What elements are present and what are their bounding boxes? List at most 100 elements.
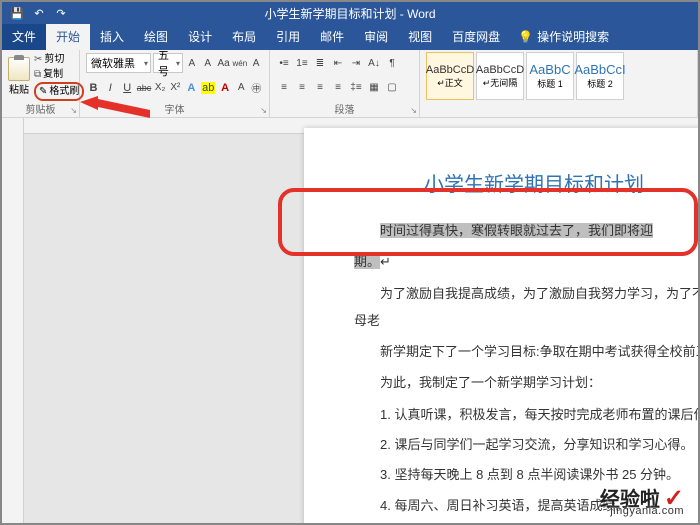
- redo-icon[interactable]: ↷: [54, 6, 68, 20]
- watermark-url: jingyanla.com: [610, 505, 684, 517]
- clipboard-dialog-launcher-icon[interactable]: ↘: [70, 106, 77, 115]
- underline-button[interactable]: U: [120, 78, 135, 98]
- tab-review[interactable]: 审阅: [354, 23, 398, 50]
- vertical-ruler[interactable]: [2, 118, 24, 523]
- page-viewport[interactable]: 小学生新学期目标和计划 时间过得真快，寒假转眼就过去了，我们即将迎 期。↵ 为了…: [24, 118, 698, 523]
- paragraph-dialog-launcher-icon[interactable]: ↘: [410, 106, 417, 115]
- style-normal[interactable]: AaBbCcD ↵正文: [426, 52, 474, 100]
- enclose-char-button[interactable]: ㊥: [250, 78, 263, 98]
- style-sample: AaBbC: [529, 62, 570, 77]
- document-area: 小学生新学期目标和计划 时间过得真快，寒假转眼就过去了，我们即将迎 期。↵ 为了…: [2, 118, 698, 523]
- selected-text-b[interactable]: 期。: [354, 254, 380, 269]
- style-no-spacing[interactable]: AaBbCcD ↵无间隔: [476, 52, 524, 100]
- char-border-button[interactable]: A: [249, 53, 263, 73]
- copy-button[interactable]: ⧉ 复制: [34, 67, 84, 82]
- subscript-button[interactable]: X₂: [154, 78, 167, 98]
- watermark: 经验啦 ✓ jingyanla.com: [600, 483, 684, 513]
- cut-label: 剪切: [44, 52, 64, 67]
- list-item-2[interactable]: 2. 课后与同学们一起学习交流，分享知识和学习心得。: [380, 431, 698, 458]
- tab-home[interactable]: 开始: [46, 23, 90, 50]
- font-dialog-launcher-icon[interactable]: ↘: [260, 106, 267, 115]
- shading-button[interactable]: ▦: [366, 78, 382, 98]
- format-painter-button[interactable]: ✎ 格式刷: [34, 82, 84, 101]
- paragraph-group-label: 段落: [276, 101, 413, 117]
- paragraph-4[interactable]: 为此，我制定了一个新学期学习计划：: [354, 369, 698, 396]
- tab-view[interactable]: 视图: [398, 23, 442, 50]
- brush-icon: ✎: [39, 84, 47, 99]
- copy-label: 复制: [43, 67, 63, 82]
- tab-design[interactable]: 设计: [178, 23, 222, 50]
- line-spacing-button[interactable]: ‡≡: [348, 78, 364, 98]
- change-case-button[interactable]: Aa: [217, 53, 231, 73]
- highlight-button[interactable]: ab: [201, 78, 216, 98]
- decrease-indent-button[interactable]: ⇤: [330, 53, 346, 73]
- lightbulb-icon: 💡: [518, 30, 533, 44]
- borders-button[interactable]: ▢: [384, 78, 400, 98]
- paragraph-1[interactable]: 时间过得真快，寒假转眼就过去了，我们即将迎: [354, 217, 698, 244]
- numbering-button[interactable]: 1≡: [294, 53, 310, 73]
- increase-indent-button[interactable]: ⇥: [348, 53, 364, 73]
- group-styles: AaBbCcD ↵正文 AaBbCcD ↵无间隔 AaBbC 标题 1 AaBb…: [420, 50, 698, 117]
- font-size-combo[interactable]: 五号: [153, 53, 183, 73]
- quick-access-toolbar: 💾 ↶ ↷: [2, 6, 68, 20]
- group-clipboard: 粘贴 ✂ 剪切 ⧉ 复制 ✎ 格式刷 剪贴板 ↘: [2, 50, 80, 117]
- list-item-1[interactable]: 1. 认真听课，积极发言，每天按时完成老师布置的课后作业和: [380, 401, 698, 428]
- style-name: ↵无间隔: [483, 76, 518, 89]
- font-group-label: 字体: [86, 101, 263, 117]
- copy-icon: ⧉: [34, 67, 41, 82]
- style-name: 标题 2: [587, 77, 613, 90]
- document-title[interactable]: 小学生新学期目标和计划: [424, 168, 698, 197]
- bold-button[interactable]: B: [86, 78, 101, 98]
- justify-button[interactable]: ≡: [330, 78, 346, 98]
- document-page[interactable]: 小学生新学期目标和计划 时间过得真快，寒假转眼就过去了，我们即将迎 期。↵ 为了…: [304, 128, 698, 523]
- title-bar: 💾 ↶ ↷ 小学生新学期目标和计划 - Word: [2, 2, 698, 24]
- font-color-button[interactable]: A: [218, 78, 233, 98]
- selected-text[interactable]: 时间过得真快，寒假转眼就过去了，我们即将迎: [380, 223, 653, 238]
- multilevel-button[interactable]: ≣: [312, 53, 328, 73]
- font-name-combo[interactable]: 微软雅黑: [86, 53, 151, 73]
- save-icon[interactable]: 💾: [10, 6, 24, 20]
- phonetic-label: wén: [233, 59, 248, 68]
- align-right-button[interactable]: ≡: [312, 78, 328, 98]
- phonetic-guide-button[interactable]: wén: [233, 53, 248, 73]
- paste-button[interactable]: 粘贴: [8, 52, 30, 101]
- scissors-icon: ✂: [34, 52, 42, 67]
- tab-insert[interactable]: 插入: [90, 23, 134, 50]
- style-heading2[interactable]: AaBbCcI 标题 2: [576, 52, 624, 100]
- cut-button[interactable]: ✂ 剪切: [34, 52, 84, 67]
- style-heading1[interactable]: AaBbC 标题 1: [526, 52, 574, 100]
- clipboard-group-label: 剪贴板: [8, 101, 73, 117]
- style-sample: AaBbCcD: [476, 64, 524, 76]
- tab-file[interactable]: 文件: [2, 23, 46, 50]
- grow-font-button[interactable]: A: [185, 53, 199, 73]
- bullets-button[interactable]: •≡: [276, 53, 292, 73]
- style-sample: AaBbCcD: [426, 64, 474, 76]
- strikethrough-button[interactable]: abc: [137, 78, 152, 98]
- tab-references[interactable]: 引用: [266, 23, 310, 50]
- paste-label: 粘贴: [9, 81, 29, 96]
- paragraph-1b[interactable]: 期。↵: [354, 248, 698, 275]
- align-left-button[interactable]: ≡: [276, 78, 292, 98]
- text-effects-button[interactable]: A: [184, 78, 199, 98]
- show-marks-button[interactable]: ¶: [384, 53, 400, 73]
- paragraph-2[interactable]: 为了激励自我提高成绩，为了激励自我努力学习，为了不辜负父母老: [354, 280, 698, 335]
- tab-draw[interactable]: 绘图: [134, 23, 178, 50]
- tell-me[interactable]: 💡 操作说明搜索: [510, 23, 617, 50]
- ribbon-tabs: 文件 开始 插入 绘图 设计 布局 引用 邮件 审阅 视图 百度网盘 💡 操作说…: [2, 24, 698, 50]
- paste-icon: [8, 57, 30, 81]
- italic-button[interactable]: I: [103, 78, 118, 98]
- list-item-5[interactable]: 5. 积极参加学校的文化竞赛活动: [380, 522, 698, 523]
- tab-layout[interactable]: 布局: [222, 23, 266, 50]
- superscript-button[interactable]: X²: [169, 78, 182, 98]
- align-center-button[interactable]: ≡: [294, 78, 310, 98]
- paragraph-3[interactable]: 新学期定下了一个学习目标:争取在期中考试获得全校前三名。: [354, 338, 698, 365]
- char-shading-button[interactable]: A: [235, 78, 248, 98]
- undo-icon[interactable]: ↶: [32, 6, 46, 20]
- ribbon: 粘贴 ✂ 剪切 ⧉ 复制 ✎ 格式刷 剪贴板 ↘ 微软雅黑: [2, 50, 698, 118]
- tab-baidu[interactable]: 百度网盘: [442, 23, 510, 50]
- tab-mail[interactable]: 邮件: [310, 23, 354, 50]
- group-font: 微软雅黑 五号 A A Aa wén A B I U abc X₂ X² A a…: [80, 50, 270, 117]
- sort-button[interactable]: A↓: [366, 53, 382, 73]
- shrink-font-button[interactable]: A: [201, 53, 215, 73]
- tell-me-label: 操作说明搜索: [537, 28, 609, 45]
